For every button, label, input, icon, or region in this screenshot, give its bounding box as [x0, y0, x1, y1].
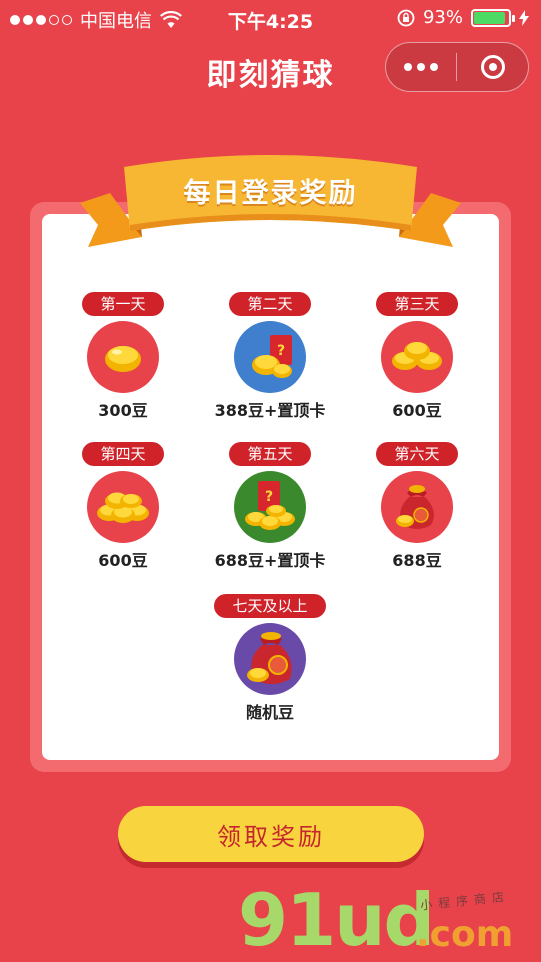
day-tag: 七天及以上	[214, 594, 326, 618]
reward-amount: 600豆	[392, 401, 442, 420]
more-dots-icon	[404, 63, 412, 71]
bean-mystery-card-icon: ?	[234, 321, 306, 393]
watermark-main: 91ud	[238, 878, 435, 962]
reward-day-5: 第五天 ? 688豆+置顶卡	[195, 442, 345, 571]
svg-text:?: ?	[265, 489, 273, 505]
ribbon-title: 每日登录奖励	[183, 178, 358, 209]
bean-pile-icon	[381, 321, 453, 393]
day-tag: 第六天	[376, 442, 458, 466]
reward-amount: 300豆	[98, 401, 148, 420]
single-bean-icon	[87, 321, 159, 393]
watermark-suffix: .com	[416, 914, 514, 955]
reward-day-6: 第六天 688豆	[342, 442, 492, 571]
reward-day-1: 第一天 300豆	[48, 292, 198, 421]
reward-day-3: 第三天 600豆	[342, 292, 492, 421]
reward-day-4: 第四天 600豆	[48, 442, 198, 571]
mini-program-capsule	[385, 42, 529, 92]
close-ring-icon	[480, 55, 505, 79]
reward-day-7-plus: 七天及以上 随机豆	[195, 594, 345, 723]
svg-text:?: ?	[277, 343, 285, 359]
close-button[interactable]	[457, 43, 528, 91]
status-bar: 中国电信 下午4:25 93%	[0, 0, 541, 36]
watermark-small: 小程序商店	[419, 889, 511, 913]
bean-mystery-card-icon: ?	[234, 471, 306, 543]
reward-amount: 600豆	[98, 551, 148, 570]
reward-amount: 随机豆	[245, 703, 294, 722]
watermark: 91ud 小程序商店 .com	[238, 880, 538, 960]
day-tag: 第一天	[82, 292, 164, 316]
claim-reward-button[interactable]: 领取奖励	[118, 806, 424, 862]
big-bean-pouch-icon	[234, 623, 306, 695]
bean-pouch-icon	[381, 471, 453, 543]
day-tag: 第三天	[376, 292, 458, 316]
day-tag: 第二天	[229, 292, 311, 316]
day-tag: 第五天	[229, 442, 311, 466]
navigation-bar: 即刻猜球	[0, 36, 541, 100]
status-right: 93%	[397, 7, 529, 28]
battery-percent: 93%	[422, 7, 463, 28]
more-button[interactable]	[386, 43, 456, 91]
ribbon-banner: 每日登录奖励	[80, 145, 461, 255]
battery-icon	[471, 8, 515, 27]
bean-pile-icon	[87, 471, 159, 543]
reward-amount: 688豆	[392, 551, 442, 570]
reward-day-2: 第二天 ? 388豆+置顶卡	[195, 292, 345, 421]
rotation-lock-icon	[397, 9, 415, 26]
day-tag: 第四天	[82, 442, 164, 466]
reward-amount: 688豆+置顶卡	[214, 551, 326, 570]
reward-amount: 388豆+置顶卡	[214, 401, 326, 420]
charging-icon	[519, 9, 529, 26]
